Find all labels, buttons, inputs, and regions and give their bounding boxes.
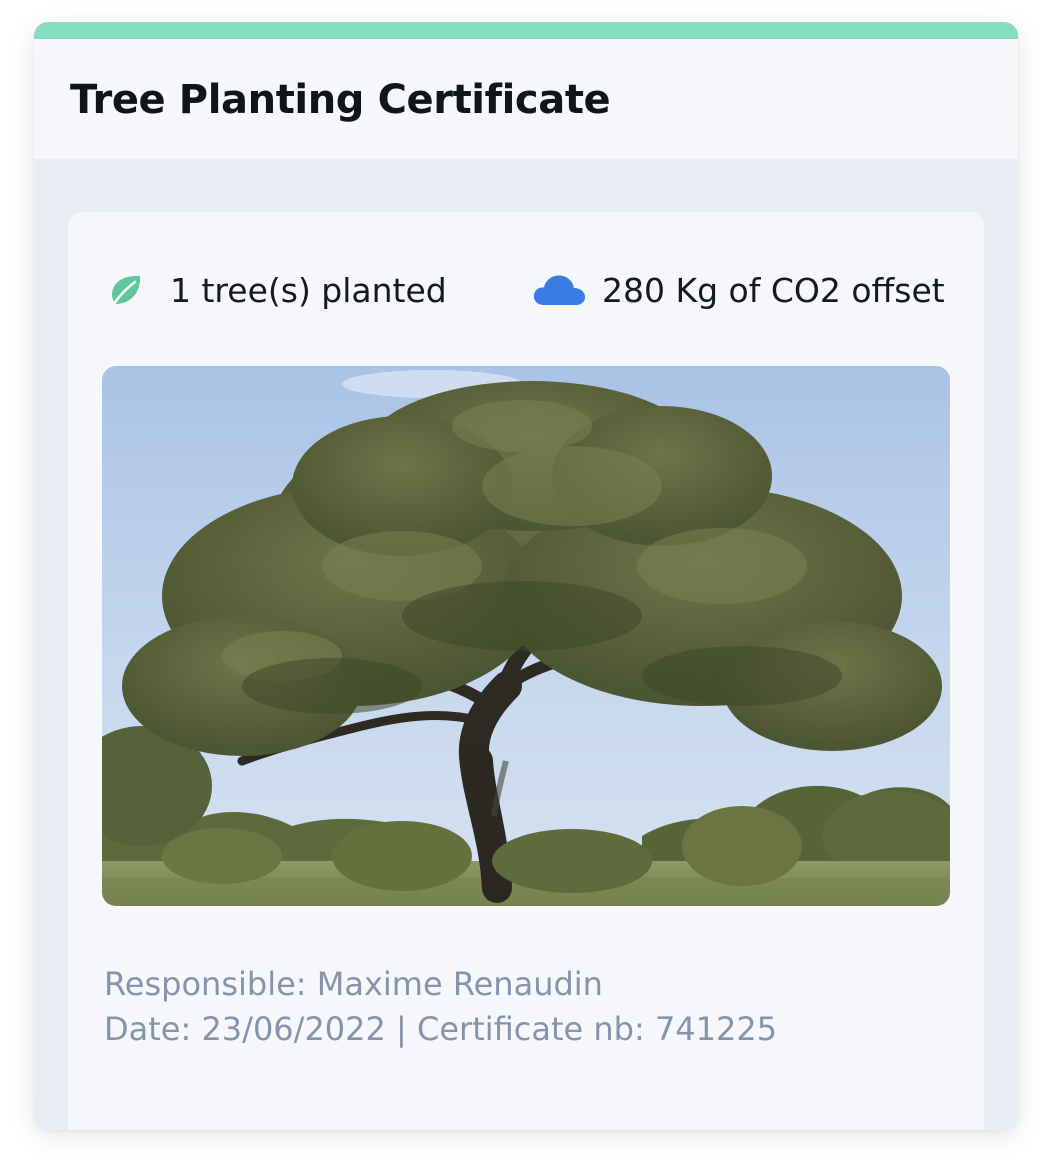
co2-offset-stat: 280 Kg of CO2 offset	[532, 268, 945, 312]
co2-offset-label: 280 Kg of CO2 offset	[602, 270, 945, 310]
certificate-title: Tree Planting Certificate	[70, 77, 611, 123]
cloud-icon	[533, 275, 585, 305]
accent-bar	[34, 22, 1018, 39]
certificate-details: Responsible: Maxime Renaudin Date: 23/06…	[104, 962, 777, 1052]
trees-planted-stat: 1 tree(s) planted	[108, 268, 447, 312]
certificate-body: 1 tree(s) planted 280 Kg of CO2 offset R…	[68, 212, 984, 1130]
responsible-text: Responsible: Maxime Renaudin	[104, 965, 603, 1003]
certificate-card: Tree Planting Certificate 1 tree(s) plan…	[34, 22, 1018, 1130]
tree-photo	[102, 366, 950, 906]
trees-planted-label: 1 tree(s) planted	[170, 270, 447, 310]
date-certificate-number-text: Date: 23/06/2022 | Certificate nb: 74122…	[104, 1010, 778, 1048]
card-header: Tree Planting Certificate	[34, 39, 1018, 159]
leaf-icon	[112, 275, 141, 306]
